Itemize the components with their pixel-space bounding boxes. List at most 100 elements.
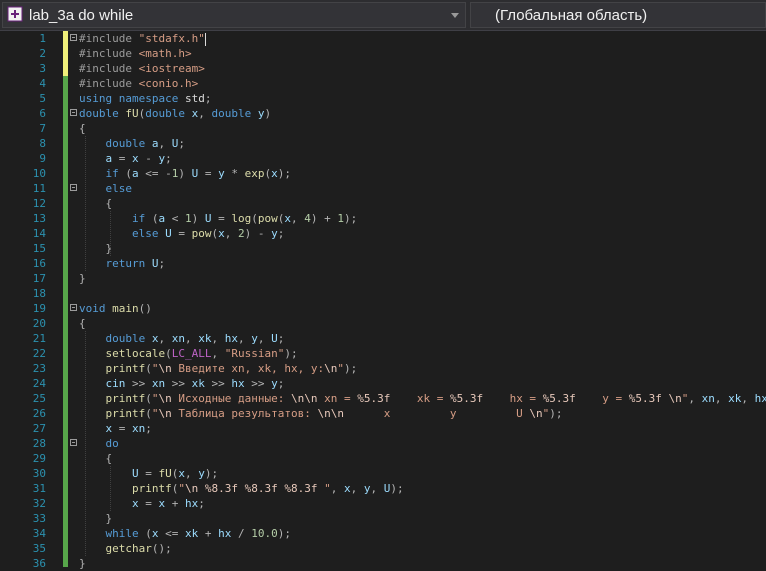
code-text[interactable]: else U = pow(x, 2) - y; bbox=[79, 226, 284, 241]
line-number: 11 bbox=[32, 182, 46, 195]
line-number: 33 bbox=[32, 512, 46, 525]
code-line[interactable]: 13 if (a < 1) U = log(pow(x, 4) + 1); bbox=[0, 211, 766, 226]
line-number: 22 bbox=[32, 347, 46, 360]
line-number: 18 bbox=[32, 287, 46, 300]
line-number: 16 bbox=[32, 257, 46, 270]
code-editor[interactable]: 1 #include "stdafx.h" 2 #include <math.h> 3 #… bbox=[0, 31, 766, 570]
code-text[interactable]: #include <iostream> bbox=[79, 61, 205, 76]
code-line[interactable]: 18 bbox=[0, 286, 766, 301]
line-number: 12 bbox=[32, 197, 46, 210]
code-line[interactable]: 6 double fU(double x, double y) bbox=[0, 106, 766, 121]
code-text[interactable]: do bbox=[79, 436, 119, 451]
code-line[interactable]: 25 printf("\n Исходные данные: \n\n xn =… bbox=[0, 391, 766, 406]
code-text[interactable]: #include <conio.h> bbox=[79, 76, 198, 91]
code-text[interactable]: cin >> xn >> xk >> hx >> y; bbox=[79, 376, 285, 391]
code-text[interactable]: double fU(double x, double y) bbox=[79, 106, 271, 121]
code-line[interactable]: 35 getchar(); bbox=[0, 541, 766, 556]
scope-dropdown[interactable]: (Глобальная область) bbox=[470, 2, 766, 28]
code-text[interactable]: } bbox=[79, 556, 86, 571]
code-text[interactable]: double a, U; bbox=[79, 136, 186, 151]
code-text[interactable]: return U; bbox=[79, 256, 166, 271]
code-text[interactable]: printf("\n Исходные данные: \n\n xn = %5… bbox=[79, 391, 766, 406]
code-line[interactable]: 10 if (a <= -1) U = y * exp(x); bbox=[0, 166, 766, 181]
code-line[interactable]: 17} bbox=[0, 271, 766, 286]
code-line[interactable]: 23 printf("\n Введите xn, xk, hx, y:\n")… bbox=[0, 361, 766, 376]
line-number: 20 bbox=[32, 317, 46, 330]
chevron-down-icon[interactable] bbox=[451, 13, 459, 18]
line-number: 30 bbox=[32, 467, 46, 480]
code-text[interactable]: { bbox=[79, 196, 113, 211]
code-text[interactable]: printf("\n Введите xn, xk, hx, y:\n"); bbox=[79, 361, 358, 376]
code-text[interactable]: #include "stdafx.h" bbox=[79, 31, 206, 46]
line-number: 36 bbox=[32, 557, 46, 570]
code-line[interactable]: 33 } bbox=[0, 511, 766, 526]
line-number: 7 bbox=[39, 122, 46, 135]
code-line[interactable]: 34 while (x <= xk + hx / 10.0); bbox=[0, 526, 766, 541]
line-number: 3 bbox=[39, 62, 46, 75]
code-text[interactable]: setlocale(LC_ALL, "Russian"); bbox=[79, 346, 298, 361]
code-line[interactable]: 9 a = x - y; bbox=[0, 151, 766, 166]
line-number: 8 bbox=[39, 137, 46, 150]
line-number: 27 bbox=[32, 422, 46, 435]
code-line[interactable]: 24 cin >> xn >> xk >> hx >> y; bbox=[0, 376, 766, 391]
code-line[interactable]: 31 printf("\n %8.3f %8.3f %8.3f ", x, y,… bbox=[0, 481, 766, 496]
line-number: 17 bbox=[32, 272, 46, 285]
code-line[interactable]: 16 return U; bbox=[0, 256, 766, 271]
code-text[interactable]: x = x + hx; bbox=[79, 496, 205, 511]
line-number: 34 bbox=[32, 527, 46, 540]
line-number: 4 bbox=[39, 77, 46, 90]
code-text[interactable]: { bbox=[79, 316, 86, 331]
code-text[interactable]: void main() bbox=[79, 301, 152, 316]
code-text[interactable]: double x, xn, xk, hx, y, U; bbox=[79, 331, 285, 346]
code-line[interactable]: 28 do bbox=[0, 436, 766, 451]
code-line[interactable]: 7{ bbox=[0, 121, 766, 136]
code-line[interactable]: 2 #include <math.h> bbox=[0, 46, 766, 61]
code-line[interactable]: 26 printf("\n Таблица результатов: \n\n … bbox=[0, 406, 766, 421]
code-text[interactable]: U = fU(x, y); bbox=[79, 466, 218, 481]
code-text[interactable]: while (x <= xk + hx / 10.0); bbox=[79, 526, 292, 541]
code-text[interactable]: else bbox=[79, 181, 133, 196]
code-text[interactable]: using namespace std; bbox=[79, 91, 211, 106]
line-number: 1 bbox=[39, 32, 46, 45]
code-line[interactable]: 3 #include <iostream> bbox=[0, 61, 766, 76]
code-line[interactable]: 15 } bbox=[0, 241, 766, 256]
code-line[interactable]: 30 U = fU(x, y); bbox=[0, 466, 766, 481]
code-text[interactable]: } bbox=[79, 271, 86, 286]
code-text[interactable]: printf("\n Таблица результатов: \n\n x y… bbox=[79, 406, 563, 421]
code-text[interactable]: { bbox=[79, 451, 113, 466]
code-text[interactable]: printf("\n %8.3f %8.3f %8.3f ", x, y, U)… bbox=[79, 481, 404, 496]
code-line[interactable]: 29 { bbox=[0, 451, 766, 466]
line-number: 5 bbox=[39, 92, 46, 105]
code-line[interactable]: 12 { bbox=[0, 196, 766, 211]
code-text[interactable]: { bbox=[79, 121, 86, 136]
line-number: 6 bbox=[39, 107, 46, 120]
code-text[interactable]: if (a <= -1) U = y * exp(x); bbox=[79, 166, 292, 181]
code-line[interactable]: 36} bbox=[0, 556, 766, 571]
code-line[interactable]: 14 else U = pow(x, 2) - y; bbox=[0, 226, 766, 241]
code-text[interactable]: } bbox=[79, 241, 113, 256]
line-number: 10 bbox=[32, 167, 46, 180]
code-line[interactable]: 19 void main() bbox=[0, 301, 766, 316]
code-line[interactable]: 21 double x, xn, xk, hx, y, U; bbox=[0, 331, 766, 346]
code-line[interactable]: 20 { bbox=[0, 316, 766, 331]
code-text[interactable]: a = x - y; bbox=[79, 151, 172, 166]
line-number: 19 bbox=[32, 302, 46, 315]
text-cursor bbox=[204, 32, 206, 46]
code-line[interactable]: 27 x = xn; bbox=[0, 421, 766, 436]
line-number: 35 bbox=[32, 542, 46, 555]
code-text[interactable]: #include <math.h> bbox=[79, 46, 192, 61]
code-text[interactable]: if (a < 1) U = log(pow(x, 4) + 1); bbox=[79, 211, 357, 226]
line-number: 2 bbox=[39, 47, 46, 60]
code-line[interactable]: 1 #include "stdafx.h" bbox=[0, 31, 766, 46]
code-text[interactable]: getchar(); bbox=[79, 541, 172, 556]
code-line[interactable]: 4 #include <conio.h> bbox=[0, 76, 766, 91]
code-line[interactable]: 5 using namespace std; bbox=[0, 91, 766, 106]
project-dropdown[interactable]: lab_3a do while bbox=[2, 2, 466, 28]
code-line[interactable]: 11 else bbox=[0, 181, 766, 196]
code-line[interactable]: 22 setlocale(LC_ALL, "Russian"); bbox=[0, 346, 766, 361]
code-line[interactable]: 8 double a, U; bbox=[0, 136, 766, 151]
code-text[interactable]: x = xn; bbox=[79, 421, 152, 436]
line-number: 31 bbox=[32, 482, 46, 495]
code-line[interactable]: 32 x = x + hx; bbox=[0, 496, 766, 511]
code-text[interactable]: } bbox=[79, 511, 113, 526]
